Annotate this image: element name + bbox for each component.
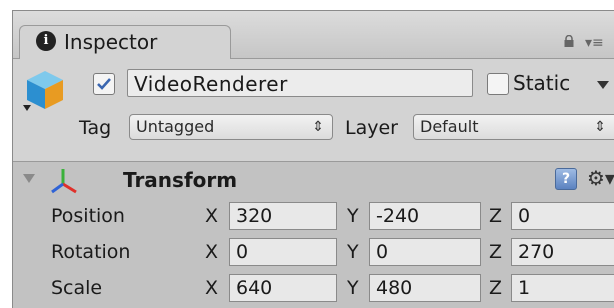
tag-value: Untagged	[136, 117, 215, 136]
position-z-field[interactable]: 0	[511, 202, 614, 230]
scale-y-field[interactable]: 480	[369, 274, 481, 302]
axis-x-label: X	[205, 241, 219, 263]
info-icon: i	[36, 31, 56, 51]
help-icon[interactable]: ?	[555, 168, 577, 190]
checkmark-icon	[97, 78, 111, 90]
static-label: Static	[513, 71, 571, 95]
tag-dropdown[interactable]: Untagged ⇕	[129, 114, 333, 140]
axis-z-label: Z	[489, 205, 503, 227]
name-field[interactable]: VideoRenderer	[127, 69, 473, 97]
position-y-field[interactable]: -240	[369, 202, 481, 230]
position-x-field[interactable]: 320	[229, 202, 337, 230]
row-label: Position	[51, 205, 125, 227]
tab-inspector[interactable]: i Inspector	[19, 25, 231, 60]
chevron-down-icon[interactable]	[597, 81, 609, 89]
tag-label: Tag	[79, 117, 112, 139]
cube-icon	[23, 71, 63, 111]
transform-row-scale: Scale X 640 Y 480 Z 1	[13, 270, 614, 306]
gear-icon[interactable]: ⚙▾	[587, 166, 614, 190]
tab-bar: i Inspector ▾≡	[13, 11, 614, 60]
gameobject-header: VideoRenderer Static Tag Untagged ⇕ Laye…	[13, 59, 614, 161]
layer-value: Default	[420, 117, 479, 136]
updown-arrows-icon: ⇕	[312, 119, 324, 135]
axis-y-label: Y	[347, 277, 359, 299]
row-label: Scale	[51, 277, 103, 299]
axis-y-label: Y	[347, 241, 359, 263]
layer-dropdown[interactable]: Default ⇕	[413, 114, 614, 140]
lock-icon[interactable]	[563, 35, 575, 47]
active-checkbox[interactable]	[93, 73, 115, 95]
inspector-window: i Inspector ▾≡ VideoRenderer Static Tag	[12, 10, 614, 308]
rotation-x-field[interactable]: 0	[229, 238, 337, 266]
axis-x-label: X	[205, 277, 219, 299]
updown-arrows-icon: ⇕	[594, 119, 606, 135]
transform-title: Transform	[123, 168, 238, 192]
scale-x-field[interactable]: 640	[229, 274, 337, 302]
layer-label: Layer	[345, 117, 398, 139]
axis-x-label: X	[205, 205, 219, 227]
transform-header[interactable]: Transform ? ⚙▾	[13, 162, 614, 198]
axis-z-label: Z	[489, 241, 503, 263]
row-label: Rotation	[51, 241, 131, 263]
axis-y-label: Y	[347, 205, 359, 227]
static-checkbox[interactable]	[487, 73, 509, 95]
rotation-z-field[interactable]: 270	[511, 238, 614, 266]
axis-z-label: Z	[489, 277, 503, 299]
rotation-y-field[interactable]: 0	[369, 238, 481, 266]
transform-row-position: Position X 320 Y -240 Z 0	[13, 198, 614, 234]
scale-z-field[interactable]: 1	[511, 274, 614, 302]
transform-row-rotation: Rotation X 0 Y 0 Z 270	[13, 234, 614, 270]
menu-icon[interactable]: ▾≡	[585, 35, 604, 51]
transform-axes-icon	[51, 169, 77, 194]
foldout-triangle-icon[interactable]	[23, 174, 35, 183]
tab-title: Inspector	[64, 30, 158, 54]
